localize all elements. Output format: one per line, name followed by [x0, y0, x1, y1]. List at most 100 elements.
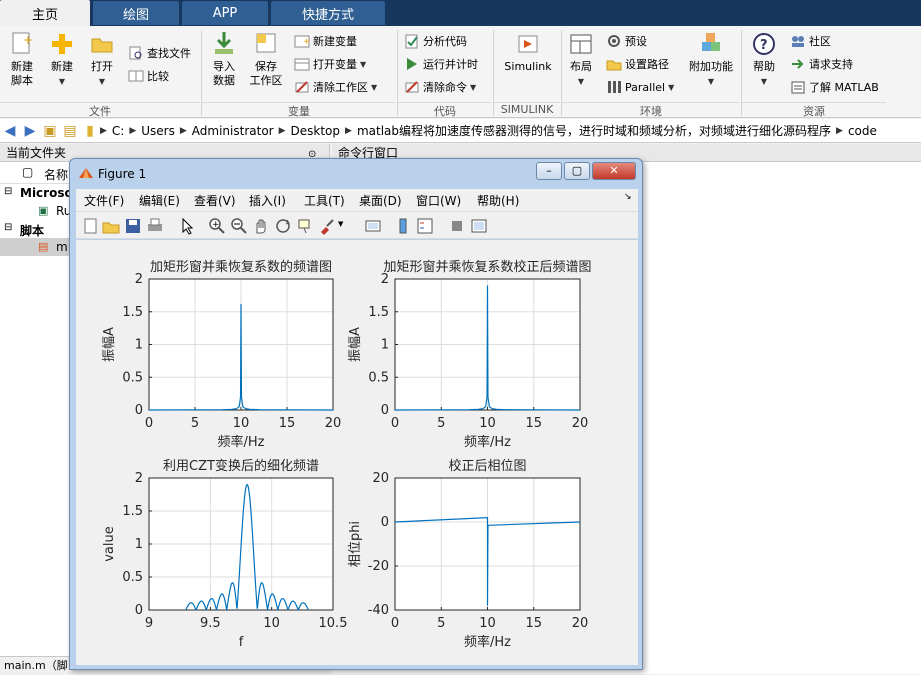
import-data-button[interactable]: 导入 数据 [206, 30, 242, 88]
community-label: 社区 [809, 35, 831, 48]
chart-title: 加矩形窗并乘恢复系数的频谱图 [150, 259, 332, 275]
menu-tools[interactable]: 工具(T) [304, 192, 345, 209]
zoom-out-icon[interactable] [230, 217, 248, 235]
browse-folder-icon[interactable]: ▤ [60, 123, 80, 139]
menu-insert[interactable]: 插入(I) [249, 192, 286, 209]
tab-shortcuts[interactable]: 快捷方式 [271, 1, 385, 25]
back-arrow-icon[interactable]: ◀ [0, 123, 20, 139]
new-figure-icon[interactable] [82, 217, 100, 235]
hide-plot-tools-icon[interactable] [448, 217, 466, 235]
x-tick-label: 0 [391, 616, 399, 631]
learn-matlab-button[interactable]: 了解 MATLAB [790, 78, 879, 96]
open-file-icon[interactable] [102, 217, 120, 235]
minimize-button[interactable]: – [536, 162, 562, 180]
find-files-button[interactable]: 查找文件 [128, 44, 191, 62]
y-tick-label: 20 [372, 471, 389, 486]
folder-icon [91, 38, 113, 53]
breadcrumb-code[interactable]: code [843, 124, 882, 138]
breadcrumb-drive[interactable]: C: [107, 124, 129, 138]
y-tick-label: 0 [135, 403, 143, 418]
clear-commands-button[interactable]: 清除命令 ▼ [404, 78, 476, 96]
x-tick-label: 20 [572, 416, 589, 431]
breadcrumb-desktop[interactable]: Desktop [286, 124, 346, 138]
breadcrumb-project[interactable]: matlab编程将加速度传感器测得的信号，进行时域和频域分析，对频域进行细化源码… [352, 122, 836, 139]
x-tick-label: 20 [325, 416, 342, 431]
menubar-dock-icon[interactable]: ↘ [624, 192, 632, 202]
help-button[interactable]: ? 帮助 ▼ [746, 30, 782, 89]
breadcrumb-users[interactable]: Users [136, 124, 180, 138]
link-plot-icon[interactable] [364, 217, 382, 235]
breadcrumb-separator: ▶ [100, 125, 107, 136]
menu-window[interactable]: 窗口(W) [416, 192, 461, 209]
clear-workspace-button[interactable]: 清除工作区 ▼ [294, 78, 377, 96]
open-variable-button[interactable]: 打开变量 ▼ [294, 55, 366, 73]
pointer-icon[interactable] [178, 217, 196, 235]
y-tick-label: 0 [135, 603, 143, 618]
compare-button[interactable]: 比较 [128, 67, 169, 85]
set-path-button[interactable]: 设置路径 [606, 55, 669, 73]
import-data-label: 导入 数据 [213, 60, 235, 87]
chart-title: 校正后相位图 [448, 458, 526, 474]
x-tick-label: 10 [233, 416, 250, 431]
collapse-icon[interactable]: ⊟ [4, 222, 12, 233]
legend-icon[interactable] [416, 217, 434, 235]
up-folder-icon[interactable]: ▣ [40, 123, 60, 139]
addons-button[interactable]: 附加功能 ▼ [688, 30, 734, 89]
save-icon[interactable] [124, 217, 142, 235]
analyze-code-icon [405, 34, 418, 49]
simulink-button[interactable]: Simulink [500, 30, 556, 74]
figure-window[interactable]: Figure 1 – ▢ ✕ 文件(F) 编辑(E) 查看(V) 插入(I) 工… [69, 158, 643, 670]
file-name: m [56, 240, 68, 254]
request-support-button[interactable]: 请求支持 [790, 55, 853, 73]
svg-text:?: ? [760, 38, 768, 53]
menu-edit[interactable]: 编辑(E) [139, 192, 180, 209]
new-button[interactable]: 新建 ▼ [44, 30, 80, 89]
collapse-icon[interactable]: ⊟ [4, 186, 12, 197]
name-column-header[interactable]: 名称 [44, 166, 68, 183]
find-files-label: 查找文件 [147, 47, 191, 60]
tab-home[interactable]: 主页 [0, 0, 90, 26]
layout-button[interactable]: 布局 ▼ [564, 30, 598, 89]
show-plot-tools-icon[interactable] [470, 217, 488, 235]
tab-plots[interactable]: 绘图 [93, 1, 179, 25]
rotate-3d-icon[interactable] [274, 217, 292, 235]
close-button[interactable]: ✕ [592, 162, 636, 180]
preferences-button[interactable]: 预设 [606, 32, 647, 50]
save-workspace-label: 保存 工作区 [249, 60, 283, 87]
pan-hand-icon[interactable] [252, 217, 270, 235]
plus-icon [52, 34, 72, 54]
brush-dropdown-icon[interactable]: ▼ [338, 220, 343, 228]
tab-apps[interactable]: APP [182, 1, 268, 25]
group-label: Microso [20, 186, 73, 200]
menu-desktop[interactable]: 桌面(D) [359, 192, 402, 209]
brush-icon[interactable] [318, 217, 336, 235]
menu-file[interactable]: 文件(F) [84, 192, 124, 209]
colorbar-icon[interactable] [394, 217, 412, 235]
forward-arrow-icon[interactable]: ▶ [20, 123, 40, 139]
parallel-button[interactable]: Parallel ▼ [606, 78, 674, 96]
learn-matlab-icon [791, 81, 805, 94]
new-script-button[interactable]: + 新建 脚本 [4, 30, 40, 88]
set-path-label: 设置路径 [625, 58, 669, 71]
y-tick-label: 1.5 [368, 305, 389, 320]
menu-help[interactable]: 帮助(H) [477, 192, 519, 209]
community-button[interactable]: 社区 [790, 32, 831, 50]
save-workspace-icon [256, 33, 276, 53]
maximize-button[interactable]: ▢ [564, 162, 590, 180]
zoom-in-icon[interactable]: + [208, 217, 226, 235]
new-variable-button[interactable]: + 新建变量 [294, 32, 357, 50]
figure-canvas: 0 5 10 15 20 0 0.5 1 1.5 2 加矩形窗并乘恢复系数的频谱图 频率/Hz 振幅A 0… [76, 240, 638, 665]
y-tick-label: 0.5 [122, 570, 143, 585]
help-icon: ? [753, 33, 775, 55]
menu-view[interactable]: 查看(V) [194, 192, 236, 209]
save-workspace-button[interactable]: 保存 工作区 [246, 30, 286, 88]
run-and-time-button[interactable]: 运行并计时 [404, 55, 478, 73]
open-button[interactable]: 打开 ▼ [84, 30, 120, 89]
analyze-code-button[interactable]: 分析代码 [404, 32, 467, 50]
compare-label: 比较 [147, 70, 169, 83]
y-tick-label: 0.5 [122, 370, 143, 385]
print-icon[interactable] [146, 217, 164, 235]
import-icon [215, 32, 233, 54]
breadcrumb-administrator[interactable]: Administrator [187, 124, 279, 138]
data-cursor-icon[interactable] [296, 217, 314, 235]
